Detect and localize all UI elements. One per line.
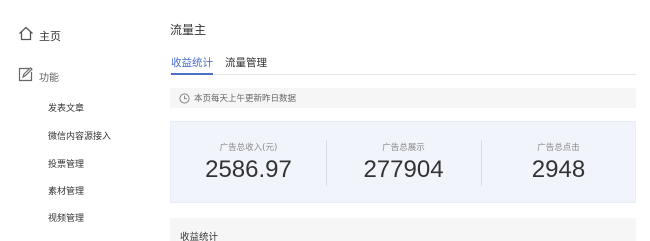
- stat-label: 广告总展示: [382, 143, 425, 153]
- home-icon: [18, 26, 34, 45]
- section-title: 收益统计: [180, 232, 219, 241]
- update-notice: 本页每天上午更新昨日数据: [170, 88, 636, 108]
- tab-revenue-stats[interactable]: 收益统计: [171, 55, 213, 75]
- stat-total-clicks: 广告总点击 2948: [481, 122, 636, 204]
- sidebar-item-material-management[interactable]: 素材管理: [48, 184, 84, 197]
- stat-label: 广告总点击: [537, 143, 580, 153]
- sidebar-item-video-management[interactable]: 视频管理: [48, 211, 84, 224]
- sidebar-item-publish-article[interactable]: 发表文章: [48, 101, 84, 114]
- stat-label: 广告总收入(元): [219, 143, 278, 153]
- main-content: 流量主 收益统计 流量管理 本页每天上午更新昨日数据 广告总收入(元) 2586…: [170, 0, 636, 241]
- tab-traffic-management[interactable]: 流量管理: [225, 55, 267, 75]
- stat-value: 2586.97: [205, 156, 292, 183]
- sidebar: 主页 功能 发表文章 微信内容源接入 投票管理 素材管理 视频管理: [0, 0, 150, 241]
- sidebar-item-home-label: 主页: [39, 29, 61, 43]
- sidebar-item-home[interactable]: 主页: [18, 26, 61, 45]
- sidebar-item-wechat-source[interactable]: 微信内容源接入: [48, 129, 111, 142]
- stat-total-revenue: 广告总收入(元) 2586.97: [171, 122, 326, 204]
- stats-panel: 广告总收入(元) 2586.97 广告总展示 277904 广告总点击 2948: [170, 121, 636, 203]
- edit-icon: [18, 67, 33, 86]
- sidebar-section-function-label: 功能: [39, 73, 59, 84]
- sidebar-item-vote-management[interactable]: 投票管理: [48, 157, 84, 170]
- revenue-stats-section: 收益统计: [170, 218, 636, 241]
- tab-bar: 收益统计 流量管理: [170, 55, 636, 75]
- sidebar-section-function: 功能: [18, 67, 59, 86]
- update-notice-text: 本页每天上午更新昨日数据: [194, 94, 297, 104]
- page-title: 流量主: [170, 23, 207, 37]
- stat-value: 277904: [363, 156, 444, 183]
- stat-total-impressions: 广告总展示 277904: [326, 122, 481, 204]
- clock-icon: [179, 89, 190, 108]
- stat-value: 2948: [531, 156, 586, 183]
